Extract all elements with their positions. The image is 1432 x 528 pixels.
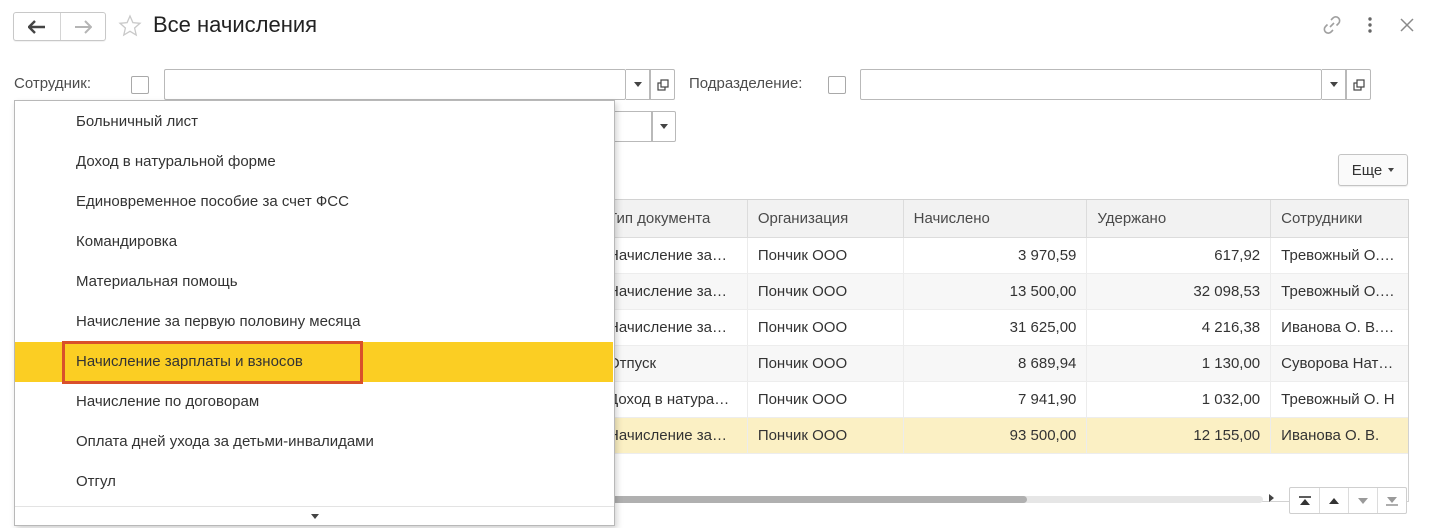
cell-type: Отпуск bbox=[600, 346, 748, 381]
department-dropdown-button[interactable] bbox=[1322, 69, 1346, 100]
cell-accrued: 13 500,00 bbox=[904, 274, 1088, 309]
table-row[interactable]: Доход в натура… Пончик ООО 7 941,90 1 03… bbox=[600, 382, 1408, 418]
documents-table: Тип документа Организация Начислено Удер… bbox=[600, 199, 1409, 502]
list-navigation bbox=[1289, 487, 1407, 514]
column-header-withheld[interactable]: Удержано bbox=[1087, 200, 1272, 238]
horizontal-scrollbar[interactable] bbox=[600, 491, 1263, 507]
cell-withheld: 12 155,00 bbox=[1087, 418, 1272, 453]
cell-organization: Пончик ООО bbox=[748, 382, 904, 417]
go-down-button[interactable] bbox=[1348, 488, 1377, 513]
arrow-right-icon bbox=[74, 19, 92, 34]
dropdown-option[interactable]: Отгул bbox=[15, 462, 613, 502]
chevron-down-icon bbox=[1388, 168, 1395, 172]
cell-withheld: 1 032,00 bbox=[1087, 382, 1272, 417]
cell-type: Начисление за… bbox=[600, 310, 748, 345]
close-icon[interactable] bbox=[1396, 14, 1418, 36]
cell-withheld: 1 130,00 bbox=[1087, 346, 1272, 381]
cell-withheld: 617,92 bbox=[1087, 238, 1272, 273]
department-filter-checkbox[interactable] bbox=[828, 76, 846, 94]
table-row[interactable]: Начисление за… Пончик ООО 3 970,59 617,9… bbox=[600, 238, 1408, 274]
link-icon[interactable] bbox=[1321, 14, 1343, 36]
cell-withheld: 4 216,38 bbox=[1087, 310, 1272, 345]
go-up-button[interactable] bbox=[1319, 488, 1348, 513]
employee-open-button[interactable] bbox=[650, 69, 675, 100]
table-row[interactable]: Отпуск Пончик ООО 8 689,94 1 130,00 Суво… bbox=[600, 346, 1408, 382]
arrow-down-icon bbox=[1358, 497, 1368, 504]
column-header-accrued[interactable]: Начислено bbox=[904, 200, 1088, 238]
cell-withheld: 32 098,53 bbox=[1087, 274, 1272, 309]
cell-organization: Пончик ООО bbox=[748, 310, 904, 345]
more-button-label: Еще bbox=[1351, 161, 1383, 179]
column-header-employees[interactable]: Сотрудники bbox=[1271, 200, 1408, 238]
employee-filter-checkbox[interactable] bbox=[131, 76, 149, 94]
dropdown-option[interactable]: Материальная помощь bbox=[15, 262, 613, 302]
scrollbar-thumb[interactable] bbox=[600, 496, 1027, 503]
arrow-up-icon bbox=[1329, 497, 1339, 504]
cell-accrued: 8 689,94 bbox=[904, 346, 1088, 381]
more-vertical-icon[interactable] bbox=[1359, 14, 1381, 36]
forward-button[interactable] bbox=[59, 13, 106, 40]
cell-type: Начисление за… bbox=[600, 418, 748, 453]
department-open-button[interactable] bbox=[1346, 69, 1371, 100]
cell-organization: Пончик ООО bbox=[748, 346, 904, 381]
more-button[interactable]: Еще bbox=[1338, 154, 1408, 186]
column-header-organization[interactable]: Организация bbox=[748, 200, 904, 238]
document-type-dropdown-button[interactable] bbox=[652, 111, 676, 142]
highlight-annotation-box bbox=[62, 341, 363, 384]
employee-dropdown-button[interactable] bbox=[626, 69, 650, 100]
go-last-button[interactable] bbox=[1377, 488, 1406, 513]
cell-type: Начисление за… bbox=[600, 238, 748, 273]
cell-employees: Тревожный О. Н bbox=[1281, 391, 1395, 408]
go-first-icon bbox=[1298, 495, 1311, 505]
chevron-down-icon bbox=[1329, 82, 1338, 87]
arrow-left-icon bbox=[27, 19, 45, 34]
cell-employees: Тревожный О. … bbox=[1281, 283, 1399, 300]
go-last-icon bbox=[1386, 496, 1398, 506]
go-first-button[interactable] bbox=[1290, 488, 1319, 513]
dropdown-option[interactable]: Доход в натуральной форме bbox=[15, 142, 613, 182]
column-header-type[interactable]: Тип документа bbox=[600, 200, 748, 238]
back-button[interactable] bbox=[14, 13, 60, 40]
cell-accrued: 7 941,90 bbox=[904, 382, 1088, 417]
table-row[interactable]: Начисление за… Пончик ООО 13 500,00 32 0… bbox=[600, 274, 1408, 310]
table-row-selected[interactable]: Начисление за… Пончик ООО 93 500,00 12 1… bbox=[600, 418, 1408, 454]
document-type-dropdown-list: Больничный лист Доход в натуральной форм… bbox=[14, 100, 615, 526]
history-nav bbox=[13, 12, 106, 41]
cell-accrued: 3 970,59 bbox=[904, 238, 1088, 273]
employee-label: Сотрудник: bbox=[14, 75, 92, 92]
cell-accrued: 93 500,00 bbox=[904, 418, 1088, 453]
chevron-down-icon bbox=[310, 514, 319, 519]
open-form-icon bbox=[1352, 78, 1365, 91]
dropdown-option[interactable]: Начисление по договорам bbox=[15, 382, 613, 422]
cell-organization: Пончик ООО bbox=[748, 274, 904, 309]
dropdown-option[interactable]: Больничный лист bbox=[15, 102, 613, 142]
dropdown-option[interactable]: Единовременное пособие за счет ФСС bbox=[15, 182, 613, 222]
cell-organization: Пончик ООО bbox=[748, 418, 904, 453]
cell-accrued: 31 625,00 bbox=[904, 310, 1088, 345]
cell-type: Начисление за… bbox=[600, 274, 748, 309]
table-row[interactable]: Начисление за… Пончик ООО 31 625,00 4 21… bbox=[600, 310, 1408, 346]
employee-field[interactable] bbox=[164, 69, 626, 100]
favorite-star-icon[interactable] bbox=[118, 14, 142, 38]
dropdown-scroll-down[interactable] bbox=[15, 506, 614, 526]
dropdown-option[interactable]: Командировка bbox=[15, 222, 613, 262]
page-title: Все начисления bbox=[153, 12, 318, 37]
cell-organization: Пончик ООО bbox=[748, 238, 904, 273]
dropdown-option[interactable]: Начисление за первую половину месяца bbox=[15, 302, 613, 342]
scroll-right-icon[interactable] bbox=[1269, 494, 1274, 502]
dropdown-option[interactable]: Оплата дней ухода за детьми-инвалидами bbox=[15, 422, 613, 462]
cell-employees: Тревожный О. … bbox=[1281, 247, 1399, 264]
cell-type: Доход в натура… bbox=[600, 382, 748, 417]
open-form-icon bbox=[656, 78, 669, 91]
department-field[interactable] bbox=[860, 69, 1322, 100]
department-label: Подразделение: bbox=[689, 75, 803, 92]
table-header: Тип документа Организация Начислено Удер… bbox=[600, 200, 1408, 238]
cell-employees: Иванова О. В., … bbox=[1281, 319, 1403, 336]
chevron-down-icon bbox=[660, 124, 668, 129]
cell-employees: Суворова Ната… bbox=[1281, 355, 1402, 372]
cell-employees: Иванова О. В. bbox=[1281, 427, 1380, 444]
chevron-down-icon bbox=[633, 82, 642, 87]
